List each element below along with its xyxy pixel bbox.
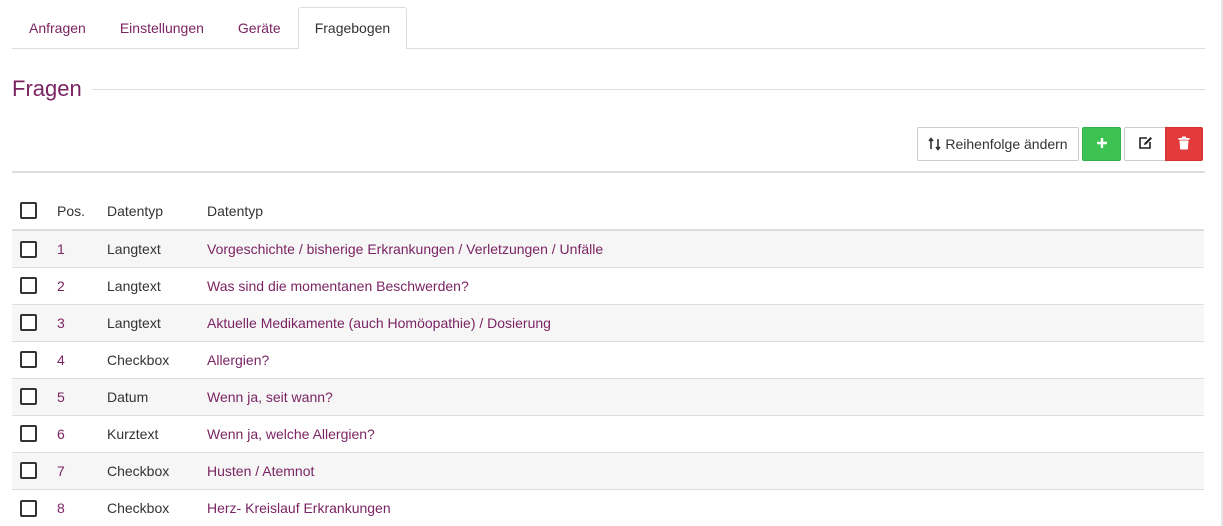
row-pos-link[interactable]: 5 — [57, 377, 107, 415]
row-question-link[interactable]: Allergien? — [207, 340, 1204, 378]
row-pos-link[interactable]: 3 — [57, 303, 107, 341]
row-pos-link[interactable]: 7 — [57, 451, 107, 489]
row-question-link[interactable]: Husten / Atemnot — [207, 451, 1204, 489]
row-checkbox[interactable] — [20, 388, 37, 406]
row-type: Checkbox — [107, 340, 207, 378]
tab-einstellungen[interactable]: Einstellungen — [103, 7, 221, 49]
row-checkbox[interactable] — [20, 425, 37, 443]
table-row: 2 Langtext Was sind die momentanen Besch… — [12, 266, 1204, 304]
table-row: 1 Langtext Vorgeschichte / bisherige Erk… — [12, 229, 1204, 267]
table-row: 7 Checkbox Husten / Atemnot — [12, 451, 1204, 489]
toolbar: Reihenfolge ändern — [917, 127, 1203, 161]
questions-table: Pos. Datentyp Datentyp 1 Langtext Vorges… — [12, 192, 1204, 526]
row-pos-link[interactable]: 8 — [57, 488, 107, 526]
plus-icon — [1096, 136, 1108, 152]
column-header-datatype-2: Datentyp — [207, 192, 1204, 231]
row-checkbox[interactable] — [20, 240, 37, 258]
row-question-link[interactable]: Vorgeschichte / bisherige Erkrankungen /… — [207, 229, 1204, 267]
row-question-link[interactable]: Aktuelle Medikamente (auch Homöopathie) … — [207, 303, 1204, 341]
table-row: 3 Langtext Aktuelle Medikamente (auch Ho… — [12, 303, 1204, 341]
row-question-link[interactable]: Wenn ja, welche Allergien? — [207, 414, 1204, 452]
delete-question-button[interactable] — [1165, 127, 1203, 161]
row-checkbox[interactable] — [20, 277, 37, 295]
row-type: Checkbox — [107, 488, 207, 526]
table-row: 4 Checkbox Allergien? — [12, 340, 1204, 378]
tab-bar: Anfragen Einstellungen Geräte Fragebogen — [12, 7, 1205, 49]
row-question-link[interactable]: Wenn ja, seit wann? — [207, 377, 1204, 415]
table-row: 8 Checkbox Herz- Kreislauf Erkrankungen — [12, 488, 1204, 526]
row-checkbox[interactable] — [20, 499, 37, 517]
row-checkbox[interactable] — [20, 314, 37, 332]
tab-anfragen[interactable]: Anfragen — [12, 7, 103, 49]
row-pos-link[interactable]: 1 — [57, 229, 107, 267]
change-order-label: Reihenfolge ändern — [945, 136, 1068, 152]
row-type: Checkbox — [107, 451, 207, 489]
select-all-checkbox[interactable] — [20, 202, 37, 220]
toolbar-divider — [12, 171, 1205, 173]
section-header: Fragen — [12, 74, 1205, 104]
column-header-pos: Pos. — [57, 192, 107, 231]
row-type: Langtext — [107, 229, 207, 267]
row-checkbox[interactable] — [20, 462, 37, 480]
row-type: Langtext — [107, 266, 207, 304]
edit-question-button[interactable] — [1124, 127, 1165, 161]
table-header-row: Pos. Datentyp Datentyp — [12, 192, 1204, 231]
table-row: 6 Kurztext Wenn ja, welche Allergien? — [12, 414, 1204, 452]
row-pos-link[interactable]: 2 — [57, 266, 107, 304]
row-pos-link[interactable]: 4 — [57, 340, 107, 378]
table-row: 5 Datum Wenn ja, seit wann? — [12, 377, 1204, 415]
row-type: Langtext — [107, 303, 207, 341]
row-question-link[interactable]: Herz- Kreislauf Erkrankungen — [207, 488, 1204, 526]
change-order-button[interactable]: Reihenfolge ändern — [917, 127, 1079, 161]
trash-icon — [1178, 136, 1190, 153]
row-type: Datum — [107, 377, 207, 415]
add-question-button[interactable] — [1082, 127, 1121, 161]
column-header-datatype: Datentyp — [107, 192, 207, 231]
edit-icon — [1138, 136, 1153, 153]
row-checkbox[interactable] — [20, 351, 37, 369]
row-pos-link[interactable]: 6 — [57, 414, 107, 452]
tab-geraete[interactable]: Geräte — [221, 7, 298, 49]
row-type: Kurztext — [107, 414, 207, 452]
page-title: Fragen — [12, 76, 82, 101]
sort-icon — [928, 137, 942, 151]
row-question-link[interactable]: Was sind die momentanen Beschwerden? — [207, 266, 1204, 304]
title-divider — [91, 88, 1205, 90]
tab-fragebogen[interactable]: Fragebogen — [297, 7, 408, 49]
